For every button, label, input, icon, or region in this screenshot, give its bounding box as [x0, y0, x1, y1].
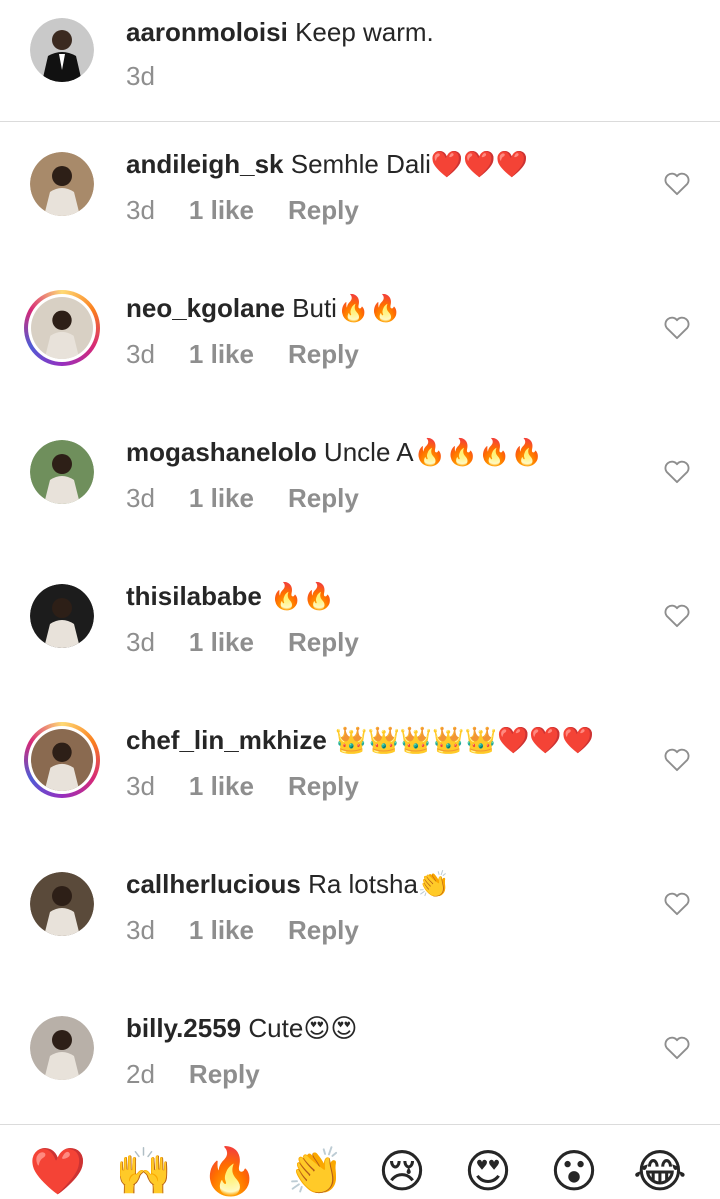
commenter-avatar[interactable]	[30, 152, 94, 216]
like-comment-button[interactable]	[663, 458, 691, 484]
comment-body: Buti	[284, 293, 337, 323]
comment-username[interactable]: mogashanelolo	[126, 437, 317, 467]
reply-button[interactable]: Reply	[288, 626, 359, 658]
comment-time: 3d	[126, 627, 155, 657]
comment-time: 3d	[126, 771, 155, 801]
caption-time: 3d	[126, 61, 155, 91]
comment-time: 3d	[126, 915, 155, 945]
comment-emoji: 🔥🔥🔥🔥	[413, 438, 544, 468]
commenter-avatar[interactable]	[30, 872, 94, 936]
reaction-fire-icon[interactable]: 🔥	[200, 1141, 260, 1199]
reaction-clapping-hands-icon[interactable]: 👏	[286, 1141, 346, 1199]
avatar-photo-icon	[30, 872, 94, 936]
comment-meta: 2d Reply	[126, 1058, 260, 1090]
reply-button[interactable]: Reply	[288, 770, 359, 802]
reply-button[interactable]: Reply	[288, 482, 359, 514]
comment-text: thisilababe 🔥🔥	[126, 580, 335, 613]
heart-outline-icon	[664, 1036, 690, 1060]
comment-body: Ra lotsha	[300, 869, 418, 899]
comment-meta: 3d 1 like Reply	[126, 914, 359, 946]
avatar-photo-icon	[31, 729, 93, 791]
like-comment-button[interactable]	[663, 1034, 691, 1060]
comment-like-count[interactable]: 1 like	[189, 914, 254, 946]
comment-username[interactable]: andileigh_sk	[126, 149, 284, 179]
avatar-photo-icon	[30, 584, 94, 648]
comment-like-count[interactable]: 1 like	[189, 770, 254, 802]
reply-button[interactable]: Reply	[288, 338, 359, 370]
commenter-avatar[interactable]	[30, 1016, 94, 1080]
comment-emoji: ❤️❤️❤️	[430, 150, 529, 180]
like-comment-button[interactable]	[663, 890, 691, 916]
comment-time: 3d	[126, 483, 155, 513]
heart-outline-icon	[664, 604, 690, 628]
comment-like-count[interactable]: 1 like	[189, 626, 254, 658]
comment-meta: 3d 1 like Reply	[126, 626, 359, 658]
comment-meta: 3d 1 like Reply	[126, 770, 359, 802]
avatar-photo-icon	[30, 1016, 94, 1080]
comment-time: 2d	[126, 1059, 155, 1089]
comment-emoji: 🔥🔥	[261, 582, 335, 612]
comment-username[interactable]: billy.2559	[126, 1013, 241, 1043]
avatar-photo-icon	[31, 297, 93, 359]
comment-time: 3d	[126, 339, 155, 369]
heart-outline-icon	[664, 172, 690, 196]
comment-emoji: 😍😍	[303, 1014, 358, 1044]
caption-body: Keep warm.	[295, 17, 434, 47]
comment-meta: 3d 1 like Reply	[126, 194, 359, 226]
like-comment-button[interactable]	[663, 314, 691, 340]
reaction-raising-hands-icon[interactable]: 🙌	[114, 1141, 174, 1199]
like-comment-button[interactable]	[663, 746, 691, 772]
comment-text: billy.2559 Cute😍😍	[126, 1012, 358, 1045]
comment-username[interactable]: callherlucious	[126, 869, 301, 899]
heart-outline-icon	[664, 460, 690, 484]
comment-username[interactable]: chef_lin_mkhize	[126, 725, 327, 755]
caption-text: aaronmoloisi Keep warm.	[126, 16, 434, 48]
reaction-heart-icon[interactable]: ❤️	[28, 1141, 88, 1199]
comment-username[interactable]: neo_kgolane	[126, 293, 285, 323]
commenter-avatar[interactable]	[24, 722, 100, 798]
reply-button[interactable]: Reply	[189, 1058, 260, 1090]
reaction-tears-of-joy-face-icon[interactable]: 😂	[630, 1141, 690, 1199]
comment-like-count[interactable]: 1 like	[189, 338, 254, 370]
heart-outline-icon	[664, 892, 690, 916]
comment-text: callherlucious Ra lotsha👏	[126, 868, 450, 901]
commenter-avatar[interactable]	[30, 440, 94, 504]
avatar-photo-icon	[30, 18, 94, 82]
comment-text: neo_kgolane Buti🔥🔥	[126, 292, 402, 325]
comment-text: mogashanelolo Uncle A🔥🔥🔥🔥	[126, 436, 543, 469]
like-comment-button[interactable]	[663, 602, 691, 628]
comment-meta: 3d 1 like Reply	[126, 482, 359, 514]
reaction-crying-face-icon[interactable]: 😢	[372, 1141, 432, 1199]
heart-outline-icon	[664, 748, 690, 772]
comment-body: Uncle A	[316, 437, 414, 467]
comment-emoji: 👏	[417, 870, 451, 900]
comments-screen: aaronmoloisi Keep warm. 3d andileigh_sk …	[0, 0, 720, 1199]
comment-emoji: 👑👑👑👑👑❤️❤️❤️	[326, 726, 595, 756]
avatar-photo-icon	[30, 152, 94, 216]
reply-button[interactable]: Reply	[288, 194, 359, 226]
comment-text: chef_lin_mkhize 👑👑👑👑👑❤️❤️❤️	[126, 724, 594, 757]
comment-body: Semhle Dali	[283, 149, 431, 179]
comment-username[interactable]: thisilababe	[126, 581, 262, 611]
comment-emoji: 🔥🔥	[336, 294, 402, 324]
comment-meta: 3d 1 like Reply	[126, 338, 359, 370]
comment-text: andileigh_sk Semhle Dali❤️❤️❤️	[126, 148, 528, 181]
post-caption: aaronmoloisi Keep warm. 3d	[0, 0, 720, 122]
reaction-heart-eyes-face-icon[interactable]: 😍	[458, 1141, 518, 1199]
reply-button[interactable]: Reply	[288, 914, 359, 946]
caption-username[interactable]: aaronmoloisi	[126, 17, 288, 47]
comment-like-count[interactable]: 1 like	[189, 194, 254, 226]
comment-body: Cute	[241, 1013, 304, 1043]
avatar-photo-icon	[30, 440, 94, 504]
caption-meta: 3d	[126, 60, 155, 92]
heart-outline-icon	[664, 316, 690, 340]
comment-time: 3d	[126, 195, 155, 225]
commenter-avatar[interactable]	[30, 584, 94, 648]
caption-avatar[interactable]	[30, 18, 94, 82]
quick-reaction-bar: ❤️ 🙌 🔥 👏 😢 😍 😮 😂	[0, 1124, 720, 1199]
like-comment-button[interactable]	[663, 170, 691, 196]
comment-like-count[interactable]: 1 like	[189, 482, 254, 514]
reaction-surprised-face-icon[interactable]: 😮	[544, 1141, 604, 1199]
commenter-avatar[interactable]	[24, 290, 100, 366]
